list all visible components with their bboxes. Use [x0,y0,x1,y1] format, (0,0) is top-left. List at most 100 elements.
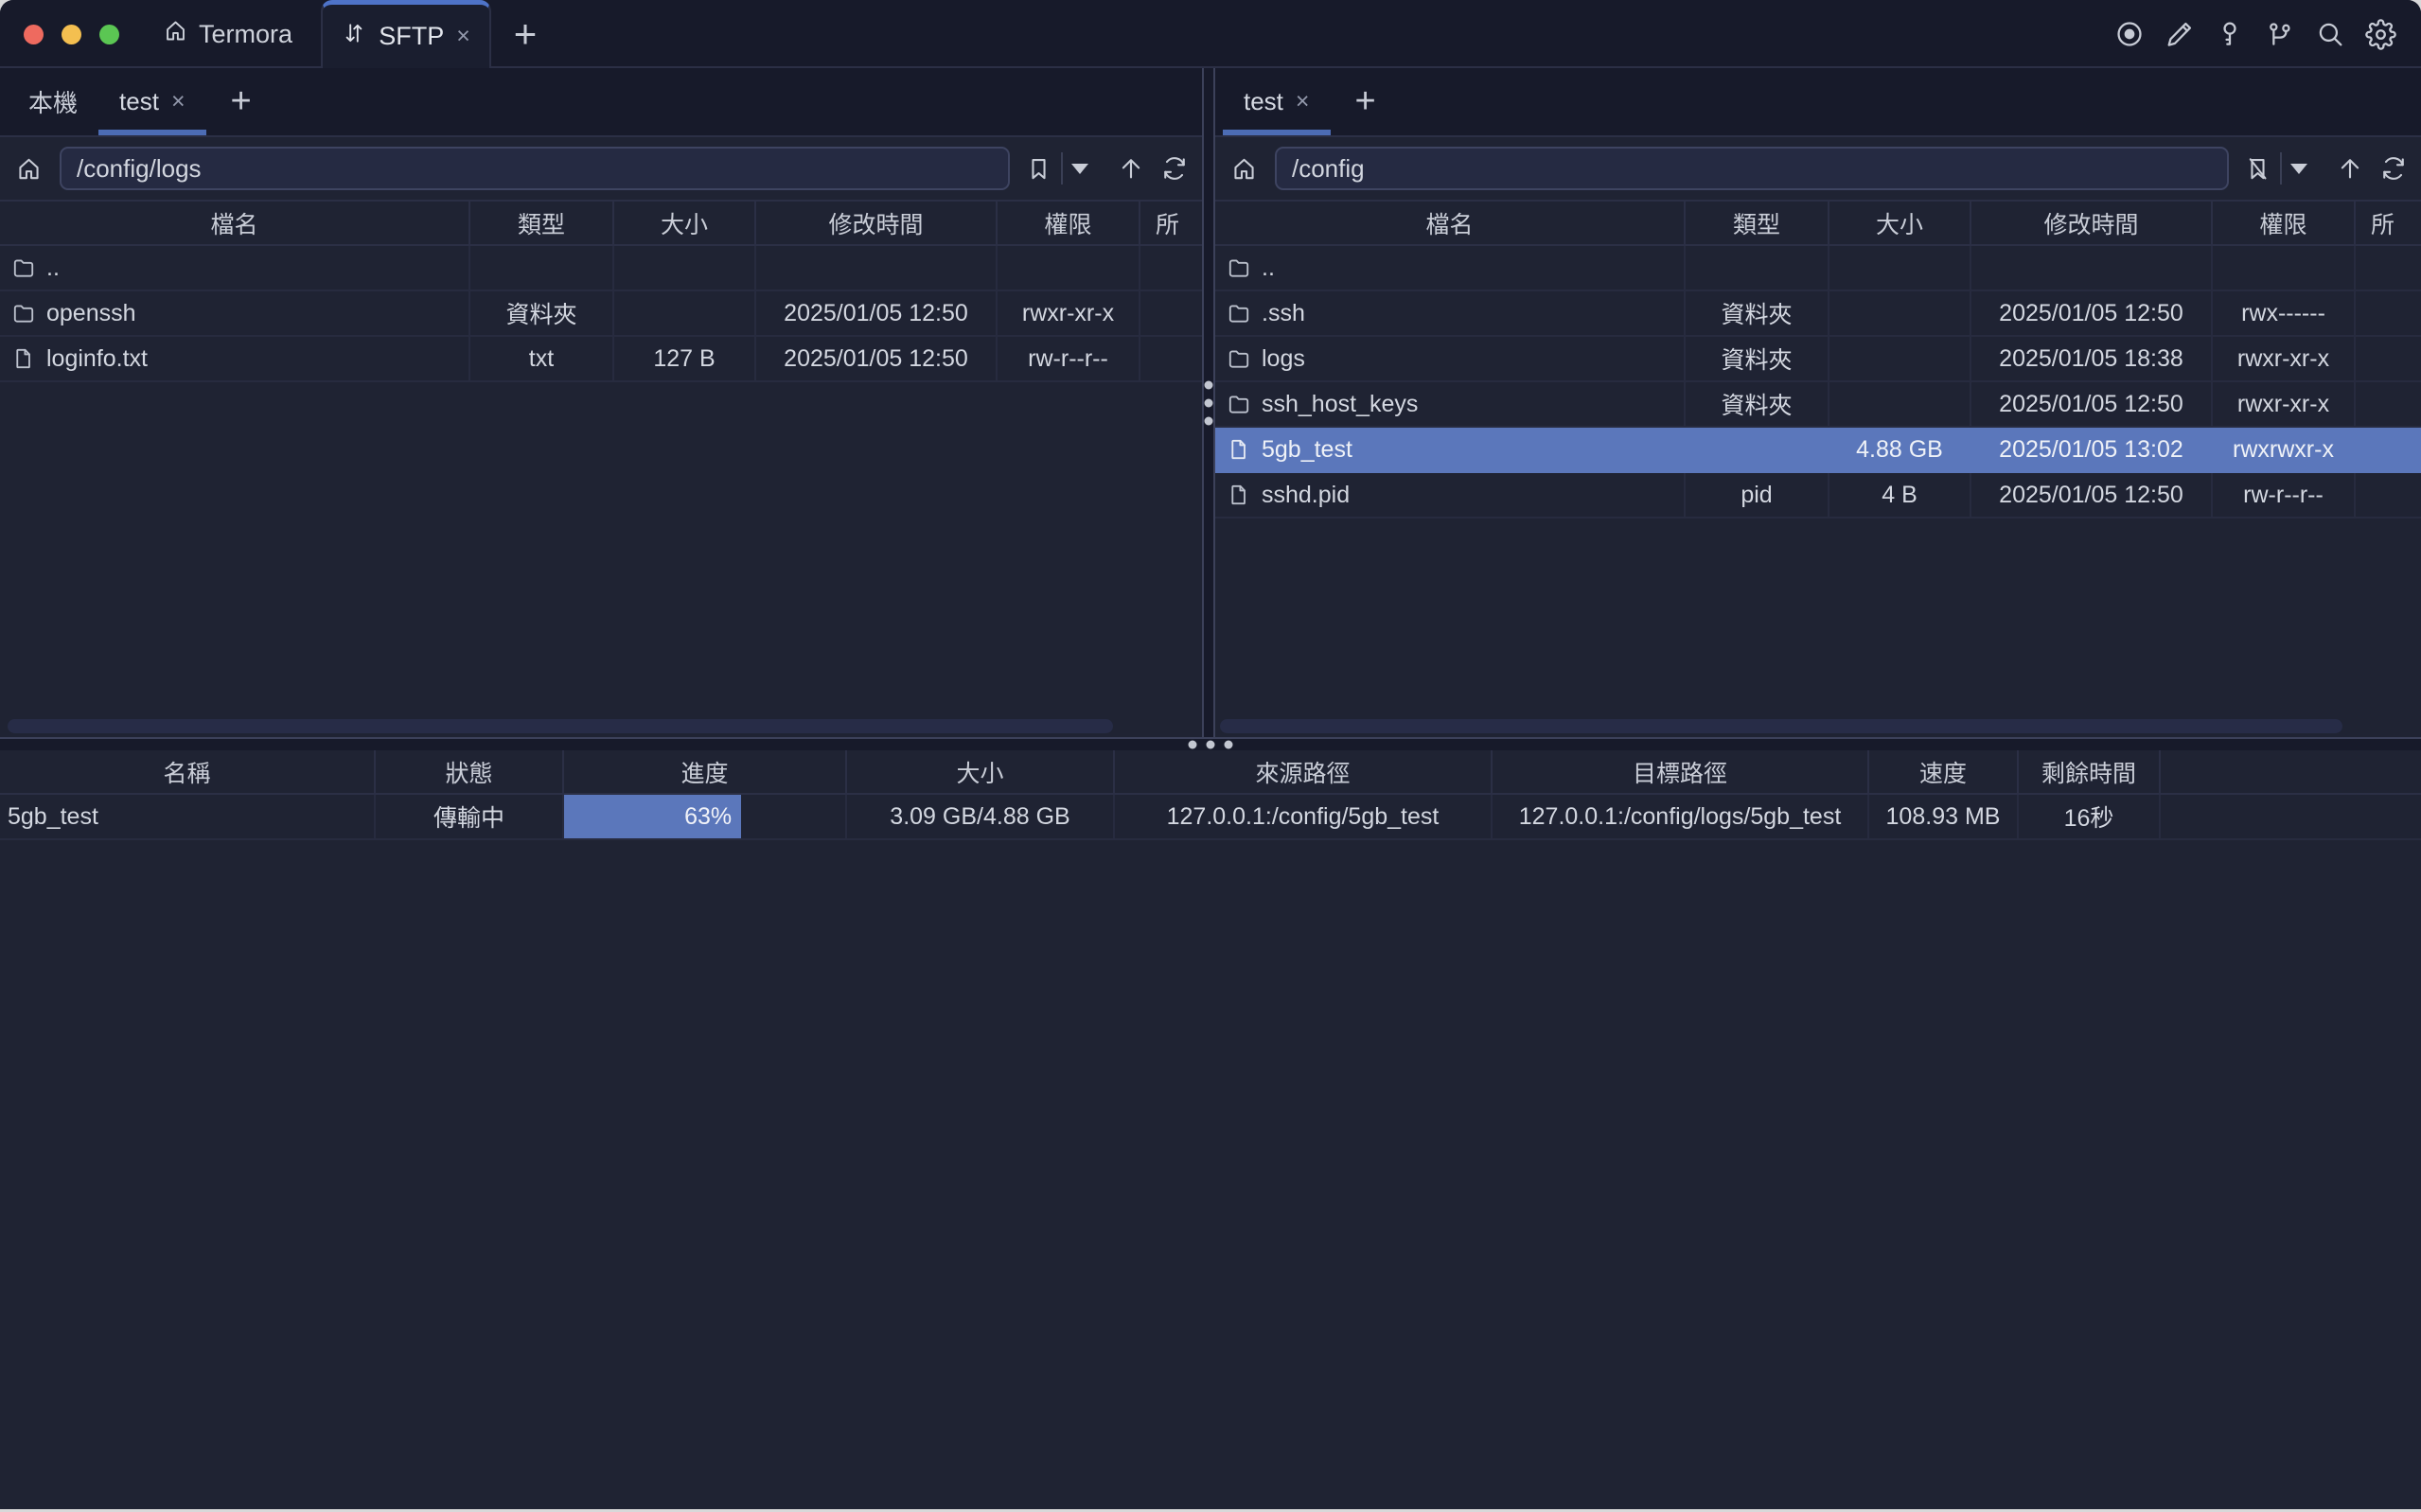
file-icon [1227,437,1251,462]
right-pane-tabs: test × + [1215,68,2421,137]
column-header-type[interactable]: 類型 [470,202,614,244]
column-header-name[interactable]: 檔名 [0,202,470,244]
zoom-window-button[interactable] [99,25,119,44]
add-pane-tab-button[interactable]: + [206,68,276,135]
refresh-icon[interactable] [1160,154,1189,183]
pane-tab-test[interactable]: test × [1223,68,1331,135]
file-icon [11,346,36,371]
gear-icon[interactable] [2365,19,2396,50]
horizontal-scrollbar[interactable] [1220,719,2342,733]
pane-tab-local[interactable]: 本機 [8,68,98,135]
column-header-type[interactable]: 類型 [1686,202,1829,244]
bookmark-icon[interactable] [1025,155,1052,183]
column-header-permissions[interactable]: 權限 [2213,202,2356,244]
table-header: 檔名 類型 大小 修改時間 權限 所 [1215,202,2421,246]
splitter-grip-icon [1189,741,1233,749]
folder-icon [11,255,36,280]
column-header-progress[interactable]: 進度 [564,750,847,793]
search-icon[interactable] [2315,19,2345,49]
column-header-permissions[interactable]: 權限 [998,202,1140,244]
path-input[interactable] [60,147,1010,190]
close-icon[interactable]: × [171,90,186,114]
close-icon[interactable]: × [1296,90,1310,114]
column-header-modified[interactable]: 修改時間 [1971,202,2213,244]
divider [2280,152,2282,185]
right-file-table: 檔名 類型 大小 修改時間 權限 所 .. .ssh 資料 [1215,200,2421,737]
window-controls [0,0,119,68]
transfers-table: 名稱 狀態 進度 大小 來源路徑 目標路徑 速度 剩餘時間 5gb_test 傳… [0,750,2421,840]
add-pane-tab-button[interactable]: + [1331,68,1401,135]
home-icon [163,18,188,50]
column-header-name[interactable]: 檔名 [1215,202,1686,244]
new-tab-button[interactable]: + [491,0,559,68]
transfer-progress-fill: 63% [564,795,741,838]
file-row[interactable]: logs 資料夾 2025/01/05 18:38 rwxr-xr-x [1215,337,2421,382]
file-row[interactable]: .. [0,246,1202,291]
file-row[interactable]: ssh_host_keys 資料夾 2025/01/05 12:50 rwxr-… [1215,382,2421,428]
file-row[interactable]: .. [1215,246,2421,291]
key-icon[interactable] [2215,19,2245,49]
column-header-modified[interactable]: 修改時間 [756,202,998,244]
folder-icon [1227,255,1251,280]
transfers-header: 名稱 狀態 進度 大小 來源路徑 目標路徑 速度 剩餘時間 [0,750,2421,795]
edit-icon[interactable] [2165,19,2195,49]
right-pathbar [1215,137,2421,200]
path-input[interactable] [1275,147,2229,190]
chevron-down-icon[interactable] [1071,164,1088,174]
home-icon[interactable] [15,155,43,183]
folder-icon [1227,346,1251,371]
transfer-row[interactable]: 5gb_test 傳輸中 63% 3.09 GB/4.88 GB 127.0.0… [0,795,2421,840]
titlebar-actions [2114,0,2421,68]
close-tab-icon[interactable]: × [456,25,470,48]
file-row[interactable]: openssh 資料夾 2025/01/05 12:50 rwxr-xr-x [0,291,1202,337]
column-header-source[interactable]: 來源路徑 [1115,750,1493,793]
horizontal-scrollbar[interactable] [8,719,1113,733]
home-icon[interactable] [1230,155,1258,183]
left-pane-tabs: 本機 test × + [0,68,1202,137]
folder-icon [11,301,36,325]
minimize-window-button[interactable] [62,25,81,44]
keychain-icon[interactable] [2265,19,2295,49]
transfers-splitter[interactable] [0,737,2421,750]
divider [1061,152,1063,185]
record-icon[interactable] [2114,19,2145,49]
tab-sftp[interactable]: SFTP × [321,0,491,68]
titlebar: Termora SFTP × + [0,0,2421,68]
app-window: Termora SFTP × + [0,0,2421,1509]
up-directory-icon[interactable] [2336,154,2364,183]
column-header-owner[interactable]: 所 [2356,202,2421,244]
right-file-pane: test × + [1215,68,2421,737]
left-file-table: 檔名 類型 大小 修改時間 權限 所 .. openssh [0,200,1202,737]
column-header-size[interactable]: 大小 [847,750,1115,793]
refresh-icon[interactable] [2379,154,2408,183]
home-tab[interactable]: Termora [163,0,292,68]
sftp-main: 本機 test × + [0,68,2421,737]
column-header-status[interactable]: 狀態 [376,750,564,793]
table-header: 檔名 類型 大小 修改時間 權限 所 [0,202,1202,246]
column-header-speed[interactable]: 速度 [1869,750,2019,793]
bookmark-off-icon[interactable] [2244,155,2271,183]
pane-tab-test[interactable]: test × [98,68,206,135]
status-badge: 傳輸中 [376,795,564,838]
column-header-remaining[interactable]: 剩餘時間 [2019,750,2161,793]
tab-label: SFTP [379,22,444,51]
column-header-name[interactable]: 名稱 [0,750,376,793]
file-row[interactable]: sshd.pid pid 4 B 2025/01/05 12:50 rw-r--… [1215,473,2421,519]
left-pathbar [0,137,1202,200]
file-row[interactable]: loginfo.txt txt 127 B 2025/01/05 12:50 r… [0,337,1202,382]
file-row-selected[interactable]: 5gb_test 4.88 GB 2025/01/05 13:02 rwxrwx… [1215,428,2421,473]
up-directory-icon[interactable] [1117,154,1145,183]
column-header-size[interactable]: 大小 [614,202,756,244]
left-file-pane: 本機 test × + [0,68,1202,737]
splitter-grip-icon [1205,380,1213,425]
folder-icon [1227,301,1251,325]
file-row[interactable]: .ssh 資料夾 2025/01/05 12:50 rwx------ [1215,291,2421,337]
column-header-size[interactable]: 大小 [1829,202,1971,244]
app-label: Termora [199,20,292,49]
pane-splitter[interactable] [1202,68,1215,737]
column-header-owner[interactable]: 所 [1140,202,1202,244]
file-icon [1227,483,1251,507]
close-window-button[interactable] [24,25,44,44]
column-header-target[interactable]: 目標路徑 [1493,750,1869,793]
chevron-down-icon[interactable] [2290,164,2307,174]
